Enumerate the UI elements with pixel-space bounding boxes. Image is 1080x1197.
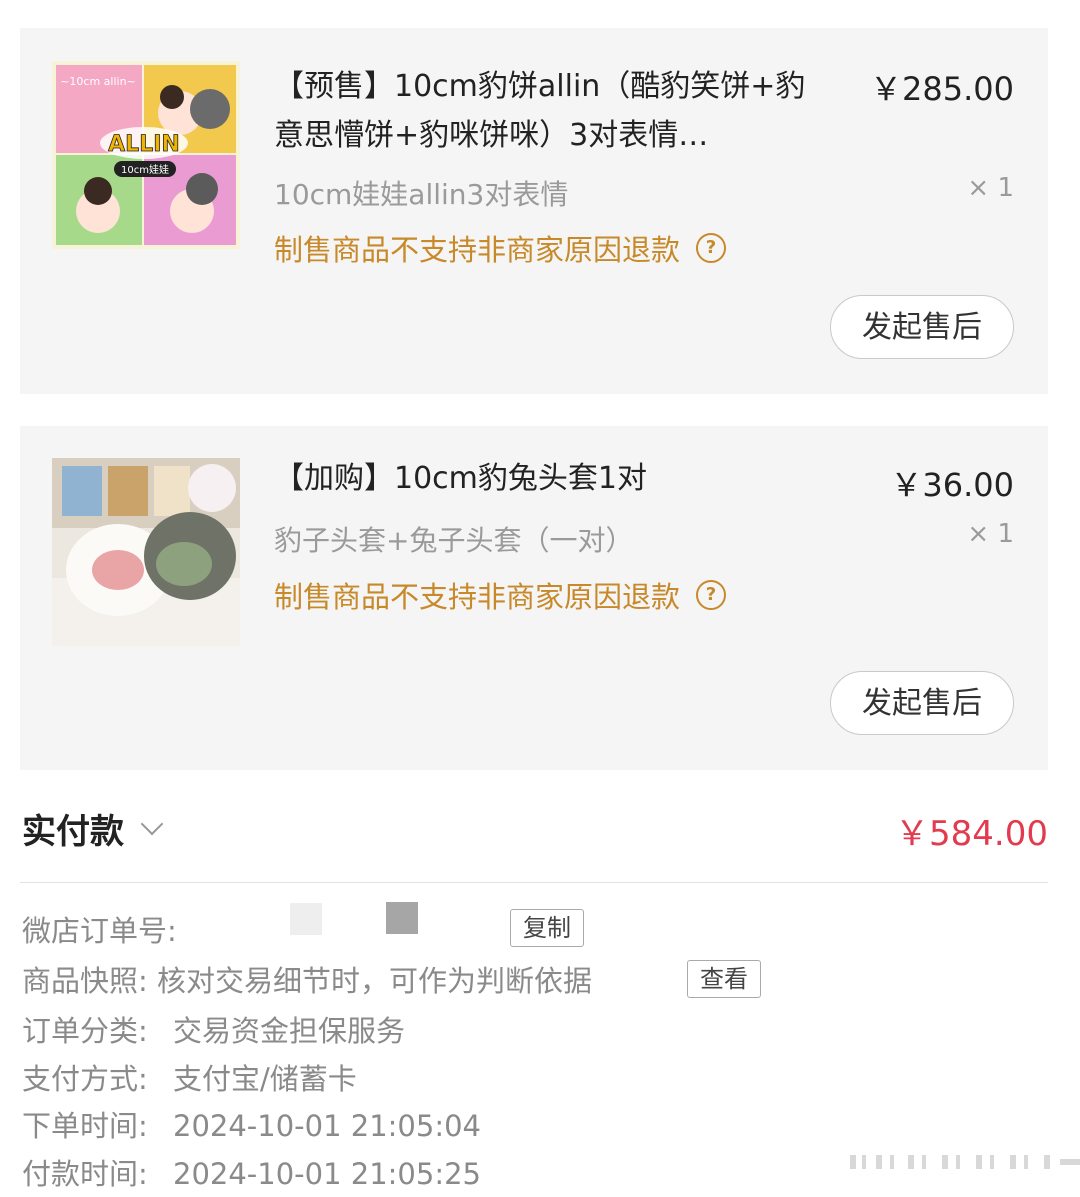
payment-value: 支付宝/储蓄卡	[173, 1062, 357, 1096]
total-paid-amount: ￥584.00	[895, 814, 1048, 854]
product-title[interactable]: 【加购】10cm豹兔头套1对	[274, 454, 819, 503]
chevron-down-icon	[140, 812, 164, 835]
refund-notice: 制售商品不支持非商家原因退款 ?	[274, 227, 727, 269]
total-paid-toggle[interactable]: 实付款	[22, 804, 164, 853]
category-row: 订单分类: 交易资金担保服务	[22, 1008, 405, 1050]
payment-label: 支付方式:	[22, 1062, 148, 1096]
pay-time-row: 付款时间: 2024-10-01 21:05:25	[22, 1151, 481, 1193]
category-value: 交易资金担保服务	[173, 1014, 406, 1048]
after-sale-button[interactable]: 发起售后	[830, 295, 1014, 359]
copy-button[interactable]: 复制	[510, 909, 584, 947]
redacted-block	[290, 903, 322, 935]
view-snapshot-button[interactable]: 查看	[687, 960, 761, 998]
product-thumbnail[interactable]	[52, 458, 240, 646]
product-title[interactable]: 【预售】10cm豹饼allin（酷豹笑饼+豹意思懵饼+豹咪饼咪）3对表情…	[274, 62, 819, 160]
product-spec: 豹子头套+兔子头套（一对）	[274, 524, 634, 557]
order-number-label: 微店订单号:	[22, 914, 177, 948]
snapshot-label: 商品快照:	[22, 964, 148, 998]
product-price: ￥36.00	[890, 466, 1014, 504]
help-circle-icon[interactable]: ?	[696, 580, 727, 610]
after-sale-button[interactable]: 发起售后	[830, 671, 1014, 735]
pay-time-value: 2024-10-01 21:05:25	[173, 1157, 481, 1191]
product-quantity: × 1	[967, 173, 1014, 203]
snapshot-value: 核对交易细节时，可作为判断依据	[157, 964, 593, 998]
product-thumbnail[interactable]: ~10cm allin~ ALLIN 10cm娃娃	[52, 61, 240, 249]
thumb-banner-text: ~10cm allin~	[60, 75, 136, 88]
order-time-row: 下单时间: 2024-10-01 21:05:04	[22, 1103, 481, 1145]
divider	[20, 882, 1048, 883]
help-circle-icon[interactable]: ?	[696, 233, 727, 263]
pay-time-label: 付款时间:	[22, 1157, 148, 1191]
watermark-bars	[850, 1155, 1080, 1169]
order-time-label: 下单时间:	[22, 1109, 148, 1143]
refund-notice: 制售商品不支持非商家原因退款 ?	[274, 574, 727, 616]
redacted-block	[386, 902, 418, 934]
thumb-logo-text: ALLIN	[108, 132, 180, 157]
order-number-row: 微店订单号:	[22, 908, 177, 950]
order-item-card: ~10cm allin~ ALLIN 10cm娃娃 【预售】10cm豹饼alli…	[20, 28, 1048, 394]
thumb-sub-text: 10cm娃娃	[121, 163, 169, 176]
snapshot-row: 商品快照: 核对交易细节时，可作为判断依据	[22, 958, 592, 1000]
payment-row: 支付方式: 支付宝/储蓄卡	[22, 1056, 357, 1098]
refund-notice-text: 制售商品不支持非商家原因退款	[274, 580, 681, 614]
order-item-card: 【加购】10cm豹兔头套1对 ￥36.00 豹子头套+兔子头套（一对） × 1 …	[20, 426, 1048, 770]
category-label: 订单分类:	[22, 1014, 148, 1048]
order-time-value: 2024-10-01 21:05:04	[173, 1109, 481, 1143]
total-paid-label: 实付款	[22, 812, 124, 852]
product-quantity: × 1	[967, 519, 1014, 549]
refund-notice-text: 制售商品不支持非商家原因退款	[274, 233, 681, 267]
product-price: ￥285.00	[870, 70, 1014, 108]
product-spec: 10cm娃娃allin3对表情	[274, 178, 569, 211]
